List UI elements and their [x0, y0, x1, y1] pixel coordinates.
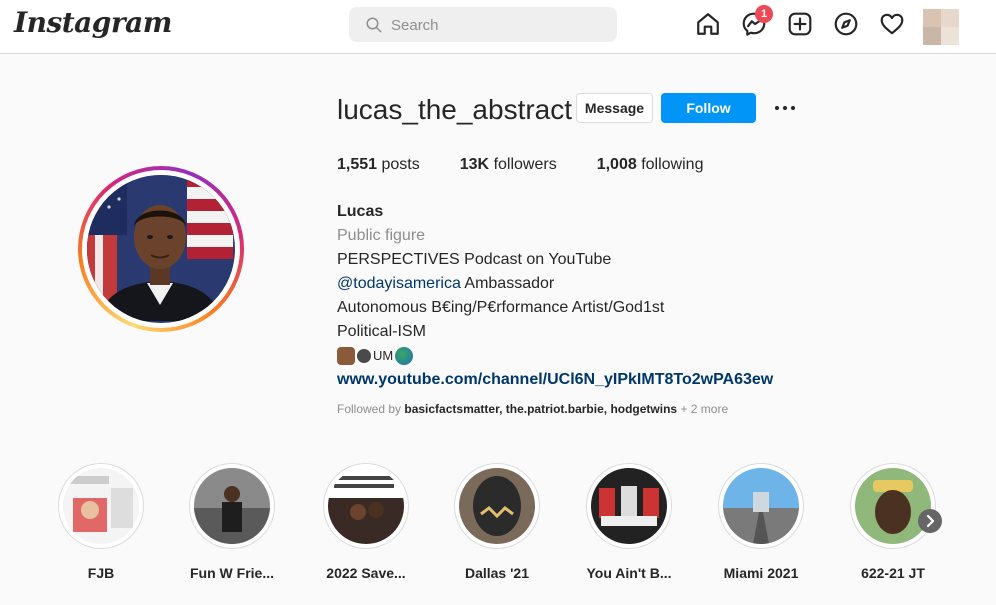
posts-count: 1,551 [337, 156, 378, 173]
search-box[interactable] [349, 7, 617, 42]
followed-by-users[interactable]: basicfactsmatter, the.patriot.barbie, ho… [404, 402, 677, 416]
profile-picture-story-ring[interactable] [78, 166, 244, 332]
bio-emoji-row: UM [337, 344, 773, 368]
profile-picture [87, 175, 235, 323]
profile-bio: Lucas Public figure PERSPECTIVES Podcast… [337, 200, 773, 392]
highlights-next-button[interactable] [918, 509, 942, 533]
highlight-label: FJB [87, 565, 115, 581]
profile-stats: 1,551 posts 13K followers 1,008 followin… [337, 156, 743, 174]
new-post-icon[interactable] [787, 11, 813, 37]
emoji-hands-icon [357, 349, 371, 363]
bio-line: PERSPECTIVES Podcast on YouTube [337, 251, 612, 268]
highlight-label: 622-21 JT [861, 565, 925, 581]
followed-by-more[interactable]: + 2 more [680, 402, 728, 416]
instagram-logo[interactable]: Instagram [14, 6, 172, 39]
message-button[interactable]: Message [576, 93, 653, 123]
followers-stat[interactable]: 13K followers [460, 156, 557, 174]
highlight-cover [723, 468, 799, 544]
followers-count: 13K [459, 156, 490, 173]
highlight-label: You Ain't B... [586, 565, 672, 581]
bio-line: Political-ISM [337, 323, 426, 340]
story-highlight[interactable]: You Ain't B... [586, 463, 672, 581]
story-highlight[interactable]: FJB [58, 463, 144, 581]
globe-icon [395, 347, 414, 365]
follow-button[interactable]: Follow [661, 93, 756, 123]
bio-line-mention: @todayisamerica Ambassador [337, 272, 773, 296]
mention-link[interactable]: @todayisamerica [337, 275, 461, 292]
highlight-cover [591, 468, 667, 544]
followers-label: followers [493, 156, 557, 173]
highlight-cover [328, 468, 404, 544]
more-options-icon[interactable] [772, 100, 798, 116]
messenger-button[interactable]: 1 [741, 5, 773, 37]
home-icon[interactable] [695, 11, 721, 37]
following-stat[interactable]: 1,008 following [597, 156, 704, 174]
profile-display-name: Lucas [337, 203, 384, 220]
followed-by[interactable]: Followed by basicfactsmatter, the.patrio… [337, 402, 728, 416]
notification-badge: 1 [755, 5, 773, 23]
bio-text: Ambassador [464, 275, 555, 292]
bio-line: Autonomous B€ing/P€rformance Artist/God1… [337, 299, 665, 316]
activity-heart-icon[interactable] [879, 11, 905, 37]
followed-by-prefix: Followed by [337, 402, 402, 416]
emoji-family-icon [337, 347, 355, 365]
top-navigation-bar: Instagram 1 [0, 0, 996, 54]
user-avatar[interactable] [923, 9, 959, 45]
highlight-cover [194, 468, 270, 544]
search-input[interactable] [391, 13, 601, 37]
posts-stat: 1,551 posts [337, 156, 420, 174]
story-highlight[interactable]: Miami 2021 [718, 463, 804, 581]
highlight-label: Miami 2021 [723, 565, 799, 581]
highlight-cover [63, 468, 139, 544]
bio-website-link[interactable]: www.youtube.com/channel/UCl6N_yIPkIMT8To… [337, 368, 773, 392]
highlight-cover [459, 468, 535, 544]
highlight-label: Fun W Frie... [190, 565, 274, 581]
profile-username: lucas_the_abstract [337, 94, 573, 125]
emoji-text: UM [373, 348, 394, 363]
story-highlight[interactable]: Fun W Frie... [189, 463, 275, 581]
chevron-right-icon [926, 514, 935, 528]
posts-label: posts [381, 156, 420, 173]
story-highlight[interactable]: 2022 Save... [323, 463, 409, 581]
highlight-label: Dallas '21 [464, 565, 530, 581]
explore-icon[interactable] [833, 11, 859, 37]
highlight-label: 2022 Save... [326, 565, 406, 581]
search-icon [366, 17, 382, 33]
profile-category: Public figure [337, 227, 426, 244]
following-count: 1,008 [596, 156, 637, 173]
story-highlight[interactable]: Dallas '21 [454, 463, 540, 581]
following-label: following [641, 156, 704, 173]
